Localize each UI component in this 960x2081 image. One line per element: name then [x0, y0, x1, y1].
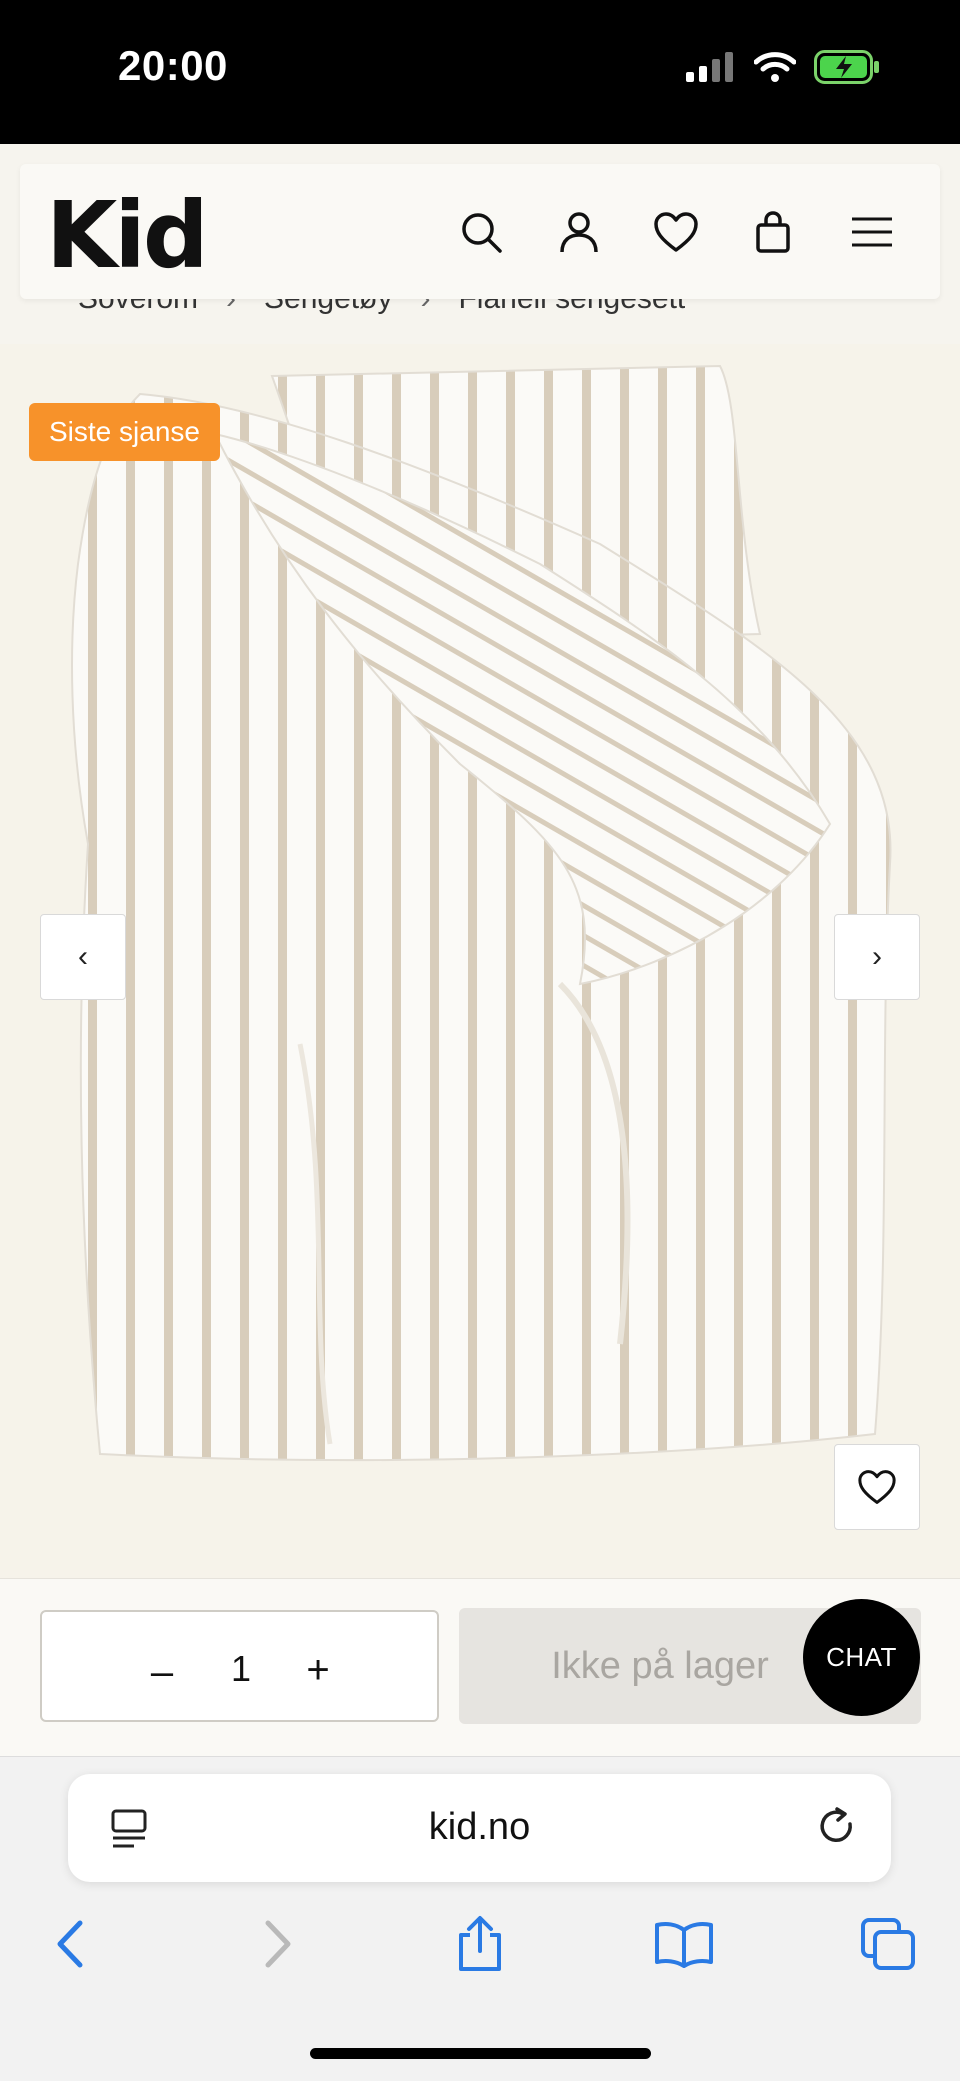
status-time: 20:00	[118, 42, 228, 89]
increase-quantity-button[interactable]: +	[296, 1648, 340, 1693]
share-icon[interactable]	[450, 1914, 510, 1974]
status-icons	[686, 50, 880, 84]
site-logo[interactable]: Kid	[46, 182, 209, 289]
address-bar[interactable]: kid.no	[68, 1774, 891, 1882]
product-image[interactable]	[0, 344, 960, 1578]
quantity-value[interactable]: 1	[226, 1648, 256, 1690]
user-icon[interactable]	[551, 204, 607, 260]
wifi-icon	[754, 52, 796, 82]
url-text: kid.no	[428, 1806, 531, 1848]
battery-icon	[814, 50, 879, 84]
status-bar: 20:00	[0, 0, 960, 144]
duvet-illustration	[71, 364, 892, 1462]
bookmarks-icon[interactable]	[654, 1914, 714, 1974]
decrease-quantity-button[interactable]: –	[140, 1650, 184, 1695]
next-image-button[interactable]: ›	[834, 914, 920, 1000]
home-indicator	[310, 2048, 651, 2059]
signal-icon	[686, 52, 733, 82]
back-icon[interactable]	[40, 1914, 100, 1974]
heart-icon[interactable]	[648, 204, 704, 260]
reload-icon[interactable]	[817, 1806, 859, 1855]
search-icon[interactable]	[453, 204, 509, 260]
heart-icon	[858, 1470, 896, 1504]
chat-label: CHAT	[826, 1642, 897, 1672]
chat-button[interactable]: CHAT	[803, 1599, 920, 1716]
add-to-cart-label: Ikke på lager	[551, 1644, 769, 1687]
site-header: Kid	[20, 164, 940, 299]
menu-icon[interactable]	[844, 204, 900, 260]
prev-image-button[interactable]: ‹	[40, 914, 126, 1000]
tabs-icon[interactable]	[858, 1914, 918, 1974]
forward-icon[interactable]	[248, 1914, 308, 1974]
chevron-right-icon: ›	[872, 940, 882, 973]
chevron-left-icon: ‹	[78, 940, 88, 973]
bag-icon[interactable]	[745, 204, 801, 260]
sale-badge: Siste sjanse	[29, 403, 220, 461]
add-to-wishlist-button[interactable]	[834, 1444, 920, 1530]
